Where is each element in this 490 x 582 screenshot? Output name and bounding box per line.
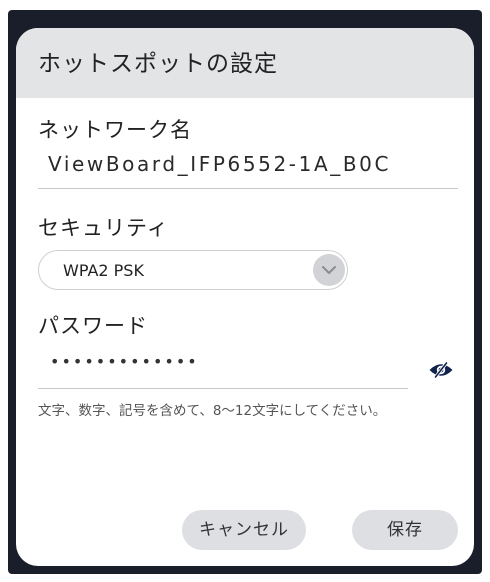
security-label: セキュリティ	[38, 216, 169, 240]
save-button[interactable]: 保存	[352, 510, 458, 550]
password-field[interactable]: •••••••••••••	[50, 352, 199, 371]
password-hint: 文字、数字、記号を含めて、8〜12文字にしてください。	[38, 403, 387, 419]
security-selected-value: WPA2 PSK	[63, 261, 144, 280]
security-select[interactable]: WPA2 PSK	[38, 250, 348, 290]
chevron-down-icon[interactable]	[313, 254, 345, 286]
network-name-field[interactable]: ViewBoard_IFP6552-1A_B0C	[48, 152, 391, 176]
hotspot-settings-dialog: ホットスポットの設定 ネットワーク名 ViewBoard_IFP6552-1A_…	[16, 28, 474, 566]
eye-icon[interactable]	[428, 360, 454, 380]
cancel-button[interactable]: キャンセル	[182, 510, 306, 550]
dialog-title: ホットスポットの設定	[38, 51, 278, 77]
dialog-header: ホットスポットの設定	[16, 28, 474, 98]
network-name-label: ネットワーク名	[38, 118, 192, 142]
network-name-underline	[38, 188, 458, 189]
password-underline	[38, 388, 408, 389]
password-label: パスワード	[38, 314, 148, 338]
